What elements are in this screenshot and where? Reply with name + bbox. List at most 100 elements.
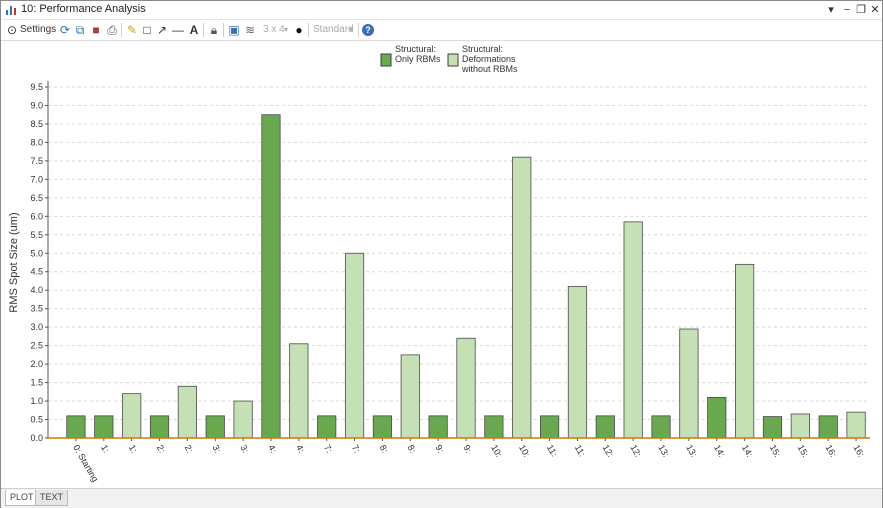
chart-app-icon: [6, 6, 16, 15]
x-tick-label: 1:: [99, 443, 111, 455]
help-icon[interactable]: ?: [362, 24, 374, 36]
y-tick-label: 2.0: [30, 359, 43, 369]
x-tick-label: 12:: [601, 443, 616, 459]
y-tick-label: 1.5: [30, 378, 43, 388]
style-dropdown[interactable]: Standard: [313, 22, 354, 38]
bar: [289, 343, 309, 439]
legend-label: Deformations: [462, 54, 516, 64]
y-tick-label: 0.5: [30, 415, 43, 425]
y-tick-label: 4.5: [30, 267, 43, 277]
bar: [233, 400, 253, 439]
bar: [344, 252, 365, 439]
bar: [707, 396, 727, 439]
print-icon[interactable]: ⎙: [105, 22, 119, 38]
legend-swatch: [380, 53, 392, 67]
x-tick-label: 14:: [712, 443, 727, 459]
bar: [567, 286, 588, 439]
y-tick-label: 7.0: [30, 174, 43, 184]
bar: [66, 415, 86, 439]
x-tick-label: 7:: [350, 443, 362, 455]
x-tick-label: 9:: [461, 443, 473, 455]
x-tick-label: 12:: [628, 443, 643, 459]
tab-text[interactable]: TEXT: [35, 490, 69, 506]
x-tick-label: 13:: [656, 443, 671, 459]
legend-label: Only RBMs: [395, 54, 441, 64]
bar: [261, 114, 281, 439]
copy-icon[interactable]: ⧉: [73, 22, 87, 38]
y-axis-label: RMS Spot Size (um): [8, 212, 20, 312]
x-tick-label: 8:: [378, 443, 390, 455]
layout-dropdown[interactable]: 3 x 4: [263, 22, 285, 38]
x-tick-label: 0: Starting: [71, 443, 100, 484]
bar: [400, 354, 420, 439]
close-button[interactable]: ✕: [868, 2, 882, 18]
title-bar: 10: Performance Analysis ▾ − ❐ ✕: [1, 1, 882, 20]
toolbar: ⊙ Settings ⟳ ⧉ ■ ⎙ ✎ □ ↗ — A 🔒︎ ▣ ≋ 3 x …: [1, 20, 882, 41]
bar: [484, 415, 504, 439]
toolbar-separator: [358, 23, 359, 37]
save-icon[interactable]: ■: [89, 22, 103, 38]
y-tick-label: 9.0: [30, 100, 43, 110]
toolbar-separator: [203, 23, 204, 37]
bar: [679, 328, 699, 439]
arrow-icon[interactable]: ↗: [155, 22, 169, 38]
minimize-button[interactable]: −: [840, 2, 854, 18]
x-tick-label: 13:: [684, 443, 699, 459]
window-title: 10: Performance Analysis: [21, 3, 146, 15]
bar-chart: 0.0 0.5 1.0 1.5 2.0 2.5 3.0 3.5 4.0 4.5 5.0 5.5 6.0 6…: [8, 44, 870, 484]
layout-dropdown-chevron-icon[interactable]: ▾: [284, 22, 288, 38]
legend-label: Structural:: [395, 44, 436, 54]
bar: [595, 415, 615, 439]
x-tick-label: 15:: [796, 443, 811, 459]
tab-plot[interactable]: PLOT: [5, 490, 39, 506]
bar: [818, 415, 838, 439]
bar: [735, 263, 755, 439]
x-tick-label: 10:: [489, 443, 504, 459]
y-tick-label: 6.0: [30, 211, 43, 221]
window-icon[interactable]: ▣: [227, 22, 241, 38]
legend-label: without RBMs: [461, 64, 518, 74]
y-tick-label: 3.5: [30, 304, 43, 314]
x-tick-label: 2:: [155, 443, 167, 455]
bar: [94, 415, 114, 439]
settings-button[interactable]: Settings: [20, 22, 56, 38]
style-dropdown-chevron-icon[interactable]: ▾: [349, 22, 353, 38]
line-icon[interactable]: —: [171, 22, 185, 38]
restore-button[interactable]: ❐: [854, 2, 868, 18]
x-tick-label: 4:: [294, 443, 306, 455]
legend-entry: Structural:Only RBMs: [380, 44, 441, 67]
x-tick-label: 16:: [823, 443, 838, 459]
bar: [317, 415, 337, 439]
legend-swatch: [447, 53, 459, 67]
x-tick-label: 3:: [238, 443, 250, 455]
circle-icon[interactable]: ●: [292, 22, 306, 38]
bottom-tab-bar: PLOT TEXT: [1, 488, 882, 508]
bar: [512, 156, 532, 439]
y-tick-label: 7.5: [30, 156, 43, 166]
bar: [790, 413, 810, 439]
x-tick-label: 2:: [183, 443, 195, 455]
x-tick-label: 9:: [433, 443, 445, 455]
refresh-icon[interactable]: ⟳: [58, 22, 72, 38]
pencil-icon[interactable]: ✎: [125, 22, 139, 38]
bar: [846, 411, 866, 439]
toolbar-separator: [121, 23, 122, 37]
lock-icon[interactable]: 🔒︎: [207, 22, 221, 38]
text-icon[interactable]: A: [187, 22, 201, 38]
y-tick-label: 6.5: [30, 193, 43, 203]
bar: [651, 415, 671, 439]
layers-icon[interactable]: ≋: [243, 22, 257, 38]
rectangle-icon[interactable]: □: [140, 22, 154, 38]
x-tick-label: 10:: [517, 443, 532, 459]
x-tick-label: 7:: [322, 443, 334, 455]
settings-chevron-icon[interactable]: ⊙: [5, 22, 19, 38]
y-tick-label: 8.0: [30, 137, 43, 147]
y-tick-label: 5.5: [30, 230, 43, 240]
bar: [762, 416, 783, 439]
x-tick-label: 16:: [851, 443, 866, 459]
window-menu-button[interactable]: ▾: [824, 2, 838, 18]
toolbar-separator: [308, 23, 309, 37]
y-tick-label: 3.0: [30, 322, 43, 332]
y-tick-label: 5.0: [30, 248, 43, 258]
bar: [428, 415, 448, 439]
